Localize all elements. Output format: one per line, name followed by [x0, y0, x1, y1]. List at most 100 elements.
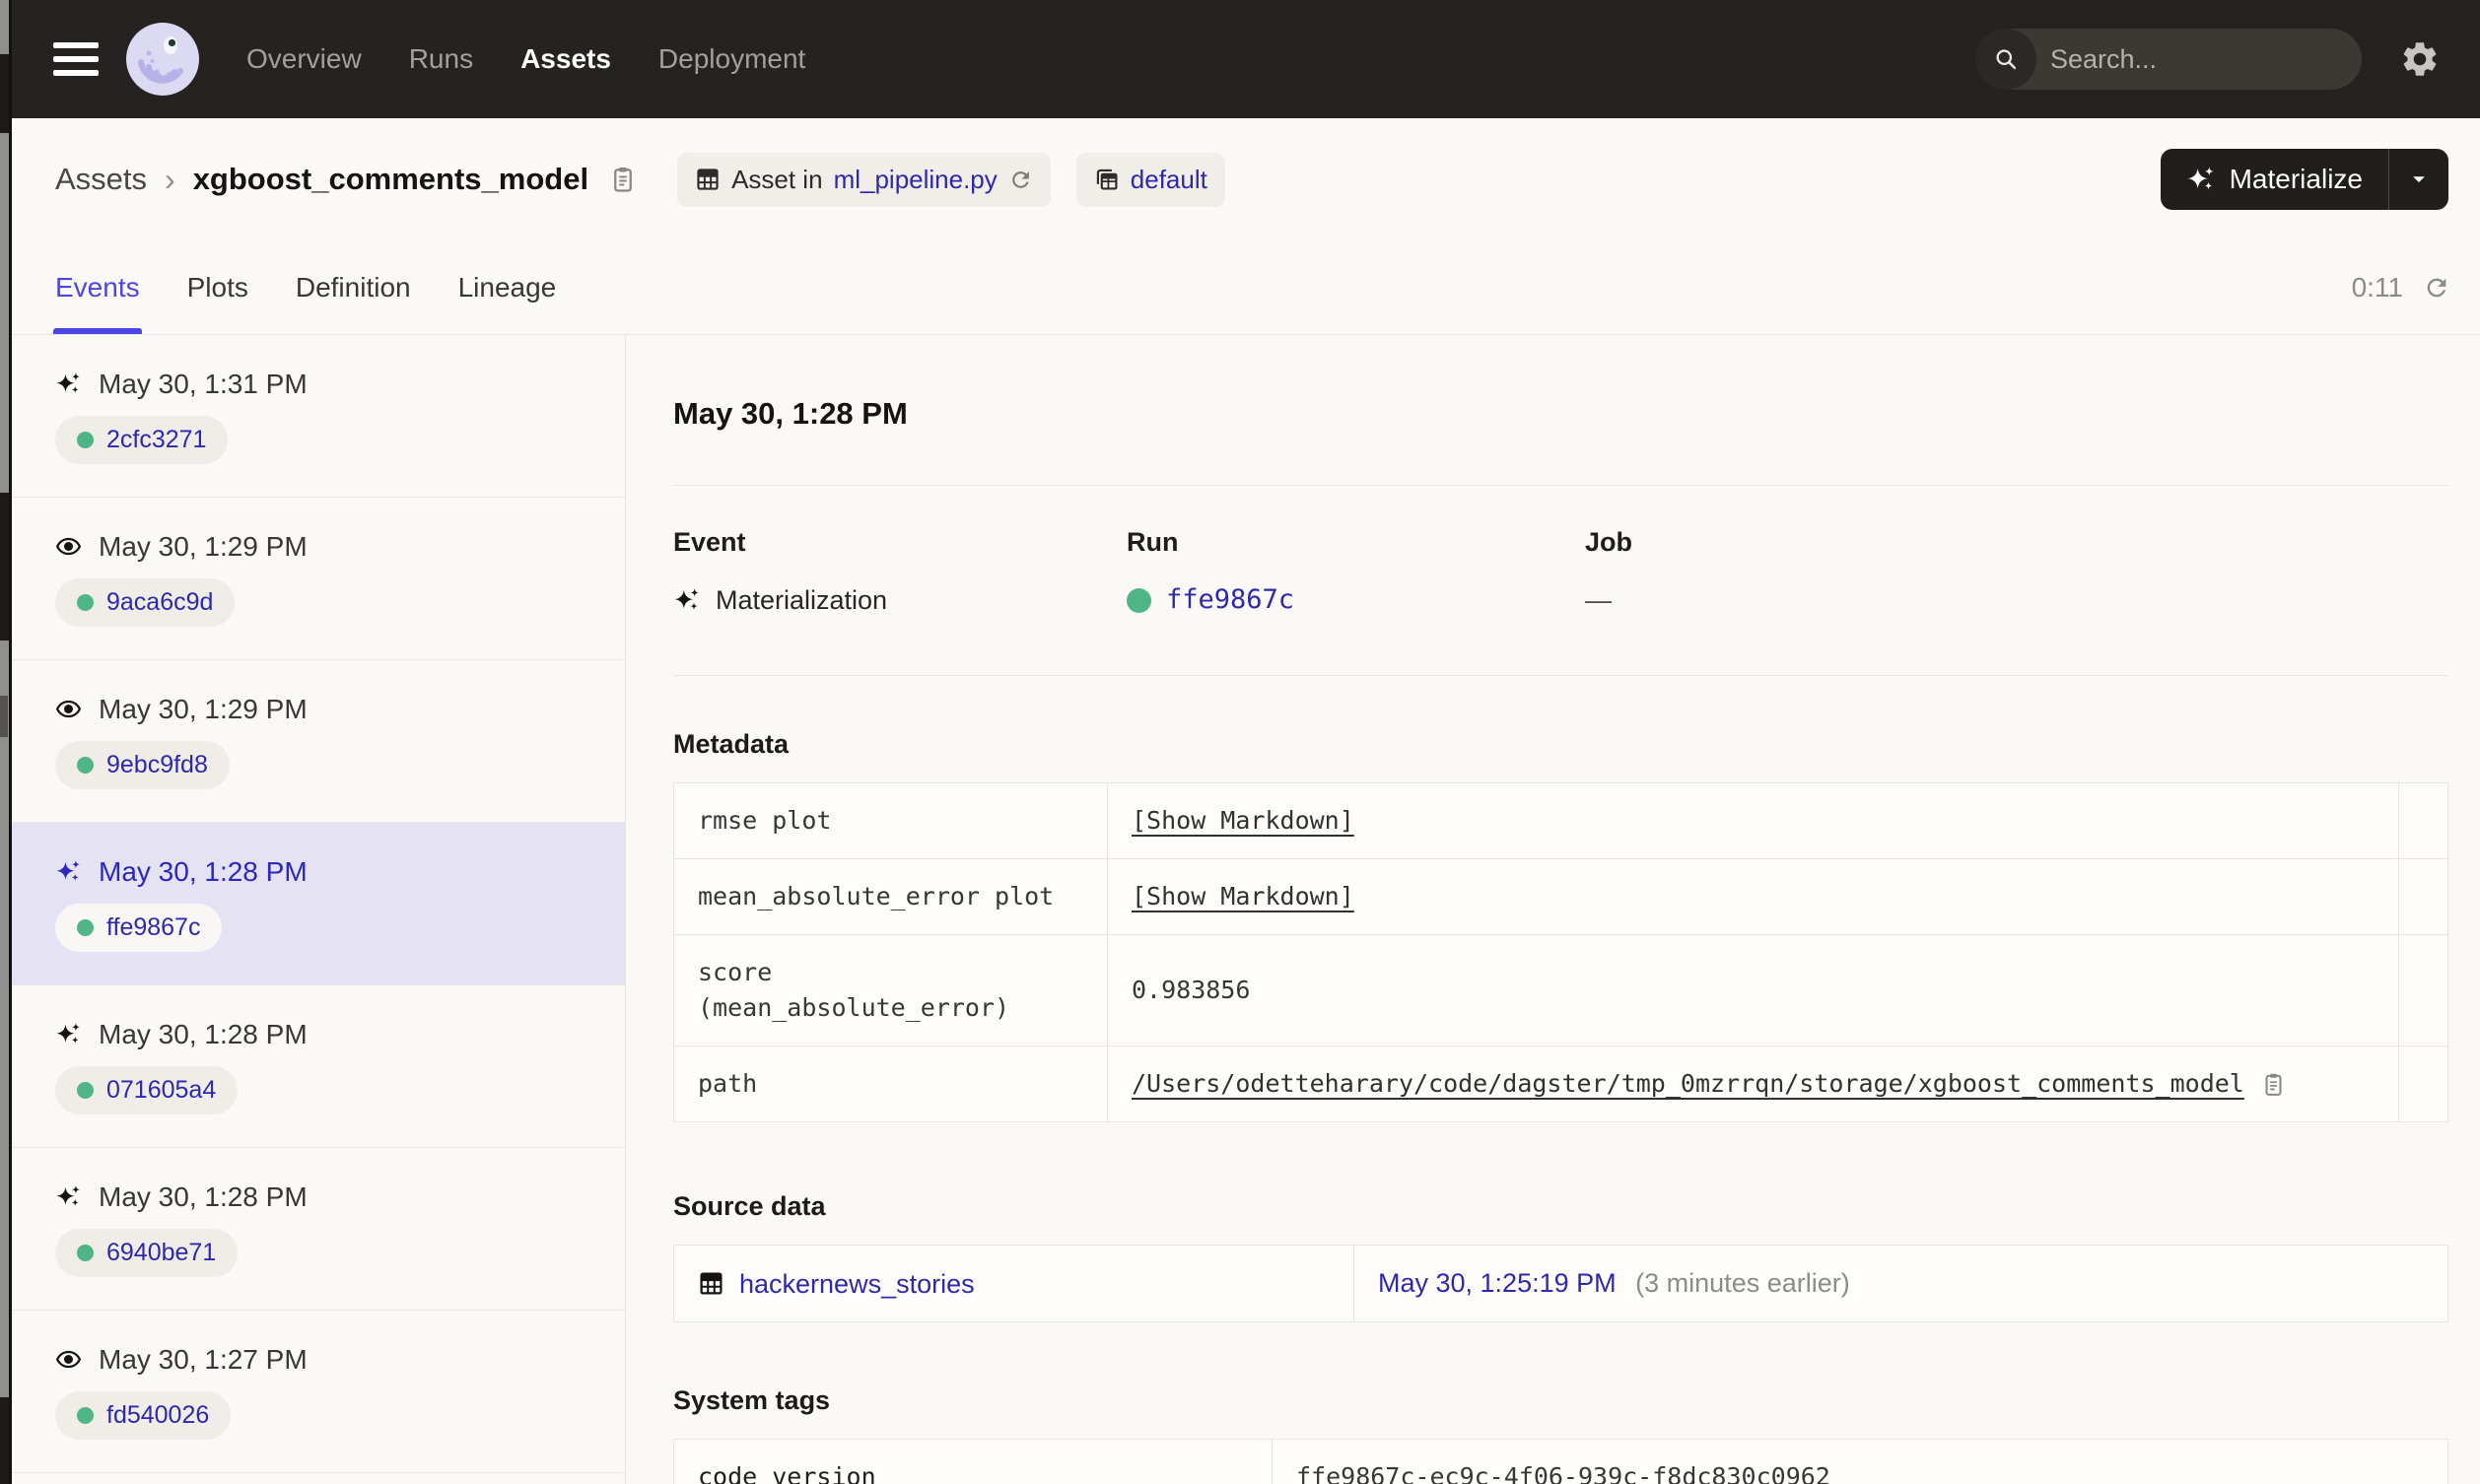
settings-gear-icon[interactable]	[2399, 38, 2441, 80]
table-row: path /Users/odetteharary/code/dagster/tm…	[673, 1046, 2448, 1122]
metadata-key: score (mean_absolute_error)	[673, 934, 1108, 1046]
run-id-link[interactable]: ffe9867c	[1166, 582, 1294, 618]
run-id-link[interactable]: 6940be71	[106, 1239, 216, 1267]
run-id-pill[interactable]: ffe9867c	[55, 903, 223, 952]
upstream-asset-link[interactable]: hackernews_stories	[698, 1266, 1330, 1302]
materialization-icon	[55, 1183, 82, 1210]
table-row: code_version ffe9867c-ec9c-4f06-939c-f8d…	[673, 1439, 2448, 1484]
run-status-dot	[77, 1406, 94, 1424]
refresh-countdown: 0:11	[2351, 271, 2403, 303]
nav-runs[interactable]: Runs	[409, 43, 473, 75]
run-column-label: Run	[1127, 527, 1179, 557]
materialization-icon	[55, 1021, 82, 1047]
global-search[interactable]: /	[1975, 29, 2362, 90]
repository-link[interactable]: default	[1131, 165, 1207, 195]
tab-events[interactable]: Events	[53, 240, 142, 334]
event-list-item[interactable]: May 30, 1:27 PM fd540026	[12, 1311, 625, 1473]
search-icon	[1975, 29, 2036, 90]
event-timestamp: May 30, 1:29 PM	[99, 530, 308, 562]
run-id-pill[interactable]: 9ebc9fd8	[55, 740, 230, 789]
event-list-item[interactable]: May 30, 1:29 PM 9ebc9fd8	[12, 660, 625, 823]
table-row: mean_absolute_error plot [Show Markdown]	[673, 858, 2448, 935]
nav-deployment[interactable]: Deployment	[658, 43, 805, 75]
event-summary: Event Materialization Run ffe9867c Job —	[673, 525, 2448, 618]
event-column-label: Event	[673, 527, 746, 557]
table-row: rmse plot [Show Markdown]	[673, 782, 2448, 859]
top-nav: Overview Runs Assets Deployment /	[12, 0, 2480, 118]
run-id-pill[interactable]: 6940be71	[55, 1228, 239, 1277]
breadcrumb-assets-link[interactable]: Assets	[55, 162, 147, 197]
nav-assets[interactable]: Assets	[520, 43, 611, 75]
event-detail-panel: May 30, 1:28 PM Event Materialization Ru…	[626, 335, 2480, 1484]
run-id-pill[interactable]: 9aca6c9d	[55, 577, 236, 627]
asset-grid-icon	[695, 167, 721, 192]
copy-path-icon[interactable]	[2260, 1071, 2287, 1098]
asset-tabs: Events Plots Definition Lineage 0:11	[12, 240, 2480, 335]
background-window-edge	[0, 0, 12, 1484]
job-column-label: Job	[1585, 527, 1633, 557]
show-markdown-link[interactable]: [Show Markdown]	[1132, 806, 1354, 835]
event-list-item[interactable]: May 30, 1:29 PM 9aca6c9d	[12, 498, 625, 660]
event-list-item-selected[interactable]: May 30, 1:28 PM ffe9867c	[12, 823, 625, 985]
source-relative-time: (3 minutes earlier)	[1635, 1268, 1850, 1298]
event-list-item[interactable]: May 30, 1:28 PM 071605a4	[12, 985, 625, 1148]
run-status-dot	[77, 1081, 94, 1099]
tag-value: ffe9867c-ec9c-4f06-939c-f8dc830c0962	[1272, 1439, 2448, 1484]
copy-asset-name-icon[interactable]	[608, 165, 638, 194]
repository-chip[interactable]: default	[1075, 152, 1225, 207]
run-id-pill[interactable]: 2cfc3271	[55, 415, 229, 464]
asset-chip-prefix: Asset in	[731, 164, 823, 194]
event-list-item[interactable]: May 30, 1:31 PM 2cfc3271	[12, 335, 625, 498]
metadata-table: rmse plot [Show Markdown] mean_absolute_…	[673, 782, 2448, 1122]
storage-path-link[interactable]: /Users/odetteharary/code/dagster/tmp_0mz…	[1132, 1066, 2244, 1102]
show-markdown-link[interactable]: [Show Markdown]	[1132, 882, 1354, 911]
run-status-dot	[77, 593, 94, 611]
event-timestamp: May 30, 1:28 PM	[99, 1018, 308, 1049]
run-status-dot	[77, 756, 94, 774]
system-tags-table: code_version ffe9867c-ec9c-4f06-939c-f8d…	[673, 1439, 2448, 1484]
pipeline-file-link[interactable]: ml_pipeline.py	[834, 165, 998, 195]
materialize-button[interactable]: Materialize	[2161, 149, 2388, 210]
observation-eye-icon	[55, 1346, 82, 1373]
run-id-link[interactable]: ffe9867c	[106, 913, 200, 942]
tab-lineage[interactable]: Lineage	[458, 240, 557, 334]
nav-overview[interactable]: Overview	[246, 43, 362, 75]
breadcrumb-separator: ›	[165, 161, 175, 197]
refresh-icon[interactable]	[2423, 274, 2450, 302]
metadata-heading: Metadata	[673, 729, 790, 759]
tab-definition[interactable]: Definition	[296, 240, 411, 334]
event-timestamp: May 30, 1:28 PM	[99, 1180, 308, 1212]
search-input[interactable]	[2036, 43, 2362, 75]
run-id-link[interactable]: 2cfc3271	[106, 426, 206, 454]
run-id-pill[interactable]: fd540026	[55, 1390, 232, 1440]
materialization-icon	[55, 371, 82, 397]
run-status-dot	[77, 1244, 94, 1261]
source-timestamp-link[interactable]: May 30, 1:25:19 PM	[1378, 1268, 1617, 1298]
materialization-icon	[55, 858, 82, 885]
metadata-key: path	[673, 1046, 1108, 1122]
source-data-heading: Source data	[673, 1191, 826, 1221]
chevron-down-icon	[2405, 166, 2433, 193]
asset-definition-chip[interactable]: Asset in ml_pipeline.py	[677, 152, 1051, 207]
table-row: score (mean_absolute_error) 0.983856	[673, 934, 2448, 1046]
run-id-link[interactable]: 9aca6c9d	[106, 588, 213, 617]
materialize-dropdown-button[interactable]	[2389, 149, 2448, 210]
asset-grid-icon	[698, 1270, 724, 1297]
run-id-pill[interactable]: 071605a4	[55, 1065, 239, 1114]
materialize-split-button: Materialize	[2160, 149, 2448, 210]
metadata-key: mean_absolute_error plot	[673, 858, 1108, 935]
menu-icon[interactable]	[53, 42, 99, 76]
event-list-item[interactable]: May 30, 1:28 PM 6940be71	[12, 1148, 625, 1311]
run-status-dot	[1127, 587, 1151, 613]
materialization-icon	[673, 586, 701, 614]
reload-definition-icon[interactable]	[1008, 168, 1033, 192]
event-timestamp: May 30, 1:27 PM	[99, 1343, 308, 1375]
run-status-dot	[77, 431, 94, 448]
tab-plots[interactable]: Plots	[187, 240, 248, 334]
run-id-link[interactable]: 071605a4	[106, 1076, 216, 1105]
run-id-link[interactable]: 9ebc9fd8	[106, 751, 208, 779]
table-row: hackernews_stories May 30, 1:25:19 PM (3…	[673, 1245, 2448, 1322]
dagster-logo[interactable]	[126, 23, 199, 96]
job-empty-value: —	[1585, 585, 1612, 615]
run-id-link[interactable]: fd540026	[106, 1401, 209, 1430]
